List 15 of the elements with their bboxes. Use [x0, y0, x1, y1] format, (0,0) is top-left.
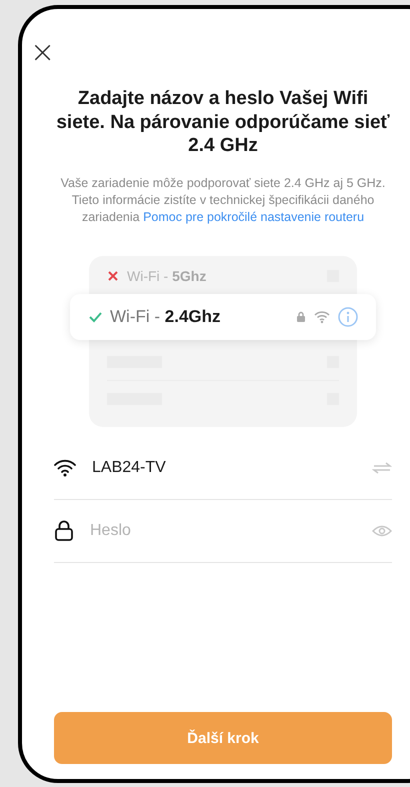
- password-field[interactable]: Heslo: [90, 522, 356, 540]
- description-text: Vaše zariadenie môže podporovať siete 2.4 GHz aj 5 GHz. Tieto informácie zistíte v technickej špecifikácii daného zariadenia Pomoc pre pokročilé nastavenie routeru: [60, 174, 386, 226]
- lock-icon: [296, 311, 306, 322]
- close-button[interactable]: ×: [30, 41, 56, 65]
- network-label: Wi-Fi - 2.4Ghz: [110, 306, 221, 326]
- wifi-icon: [54, 458, 76, 477]
- network-label: Wi-Fi - 5Ghz: [127, 268, 206, 284]
- swap-icon: [372, 460, 392, 476]
- page-title: Zadajte názov a heslo Vašej Wifi siete. Na párovanie odporúčame sieť 2.4 GHz: [55, 87, 391, 158]
- wifi-icon: [314, 310, 330, 324]
- cross-icon: [107, 270, 119, 282]
- network-name-field[interactable]: LAB24-TV: [92, 458, 356, 476]
- info-icon: [338, 306, 358, 326]
- check-icon: [88, 310, 102, 324]
- lock-icon: [54, 520, 74, 542]
